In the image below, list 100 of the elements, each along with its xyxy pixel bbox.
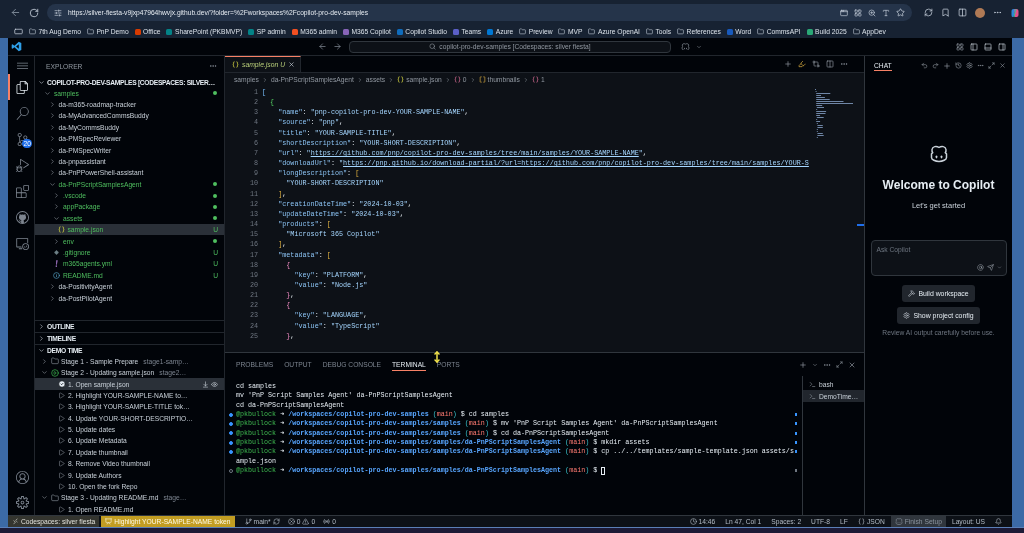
- back-icon[interactable]: [318, 42, 327, 51]
- status-dot-icon: [213, 239, 217, 244]
- chevron-right-icon[interactable]: [48, 123, 56, 131]
- assistant-logo-icon[interactable]: [1010, 7, 1020, 18]
- braces-icon: [232, 61, 239, 68]
- maximize-icon[interactable]: [988, 62, 995, 69]
- monitor-icon: [15, 236, 29, 250]
- highlighter-icon[interactable]: [798, 60, 806, 68]
- status-dot-icon: [213, 182, 217, 187]
- copilot-icon[interactable]: [681, 42, 690, 51]
- chevron-down-icon[interactable]: [48, 180, 56, 188]
- braces-icon: [397, 76, 405, 83]
- tab-icon[interactable]: [14, 27, 23, 36]
- presentation-icon: [105, 518, 113, 525]
- chevron-down-icon[interactable]: [38, 78, 45, 86]
- redo-icon[interactable]: [932, 62, 939, 69]
- plus-icon[interactable]: [943, 61, 951, 70]
- history-icon[interactable]: [955, 62, 962, 69]
- chevron-right-icon[interactable]: [53, 192, 60, 200]
- maximize-icon[interactable]: [836, 361, 843, 368]
- mention-icon[interactable]: [976, 263, 984, 271]
- folder-icon: [51, 493, 59, 502]
- star-icon[interactable]: [896, 8, 905, 17]
- close-icon[interactable]: [848, 360, 856, 369]
- eye-icon[interactable]: [211, 380, 218, 388]
- sync-icon: [272, 518, 280, 525]
- folder-icon: [852, 28, 860, 35]
- panel-bottom-icon[interactable]: [984, 42, 992, 51]
- status-dot-icon: [213, 91, 217, 96]
- chevron-down-icon[interactable]: [41, 369, 48, 377]
- split-screen-icon[interactable]: [958, 8, 967, 17]
- back-icon[interactable]: [10, 7, 21, 18]
- braces-icon: [857, 518, 865, 525]
- chevron-right-icon: [261, 76, 268, 83]
- grid-icon[interactable]: [956, 42, 964, 51]
- forward-icon[interactable]: [333, 42, 342, 51]
- chevron-right-icon[interactable]: [48, 112, 56, 120]
- undo-icon[interactable]: [921, 62, 928, 69]
- chevron-down-icon[interactable]: [38, 346, 45, 354]
- warning-icon: [302, 518, 310, 525]
- chevron-right-icon: [522, 76, 529, 83]
- chevron-down-icon[interactable]: [53, 214, 60, 222]
- braces-icon: [531, 76, 539, 83]
- source-control-icon: [15, 132, 29, 146]
- chevron-right-icon[interactable]: [48, 169, 56, 177]
- chevron-right-icon[interactable]: [38, 334, 45, 342]
- arrow-down-icon[interactable]: [202, 380, 209, 388]
- compare-icon[interactable]: [812, 60, 820, 68]
- chevron-right-icon[interactable]: [48, 294, 56, 302]
- chevron-right-icon[interactable]: [48, 283, 56, 291]
- extensions-icon: [15, 184, 29, 198]
- plus-icon[interactable]: [799, 360, 807, 369]
- more-icon[interactable]: [993, 8, 1002, 17]
- close-icon[interactable]: [288, 61, 296, 68]
- sliders-icon[interactable]: [54, 8, 62, 17]
- more-icon[interactable]: [209, 62, 217, 70]
- chevron-right-icon[interactable]: [53, 203, 60, 211]
- chevron-right-icon[interactable]: [48, 157, 56, 165]
- panel-right-icon[interactable]: [998, 42, 1006, 51]
- chevron-right-icon[interactable]: [48, 100, 56, 108]
- chevron-right-icon[interactable]: [48, 135, 56, 143]
- chevron-right-icon[interactable]: [53, 237, 60, 245]
- run-debug-icon: [15, 158, 29, 172]
- folder-icon: [86, 28, 94, 35]
- text-icon[interactable]: [882, 8, 890, 17]
- chevron-down-icon[interactable]: [44, 89, 51, 97]
- status-dot-icon: [213, 193, 217, 198]
- folder-icon: [51, 357, 59, 366]
- search-icon: [15, 106, 29, 120]
- gear-icon: [903, 311, 911, 319]
- minimap-drawing: [815, 89, 853, 139]
- chevron-right-icon: [469, 76, 476, 83]
- bookmark-icon[interactable]: [941, 8, 950, 17]
- chevron-right-icon[interactable]: [41, 357, 48, 365]
- braces-icon: [453, 76, 461, 83]
- panel-left-icon[interactable]: [970, 42, 978, 51]
- chevron-right-icon[interactable]: [48, 146, 56, 154]
- settings-icon[interactable]: [966, 62, 973, 69]
- folder-icon: [588, 28, 596, 35]
- send-icon[interactable]: [986, 263, 994, 271]
- plus-icon[interactable]: [784, 60, 792, 68]
- branch-icon: [244, 518, 252, 525]
- window-icon[interactable]: [840, 8, 848, 17]
- refresh-icon[interactable]: [29, 7, 39, 18]
- chevron-right-icon[interactable]: [38, 322, 45, 330]
- github-icon: [15, 210, 29, 224]
- clock-icon: [689, 518, 697, 525]
- resize-cursor-icon: [431, 351, 443, 363]
- sync-icon[interactable]: [924, 8, 933, 17]
- settings-icon: [15, 496, 29, 509]
- more-icon[interactable]: [840, 60, 848, 68]
- antenna-icon: [323, 518, 331, 525]
- folder-icon: [757, 28, 765, 35]
- avatar-icon[interactable]: [975, 7, 985, 18]
- chevron-down-icon[interactable]: [41, 494, 48, 502]
- grid-icon[interactable]: [854, 8, 862, 17]
- zoom-icon[interactable]: [868, 8, 876, 17]
- folder-icon: [519, 28, 527, 35]
- close-icon[interactable]: [999, 62, 1006, 69]
- split-editor-icon[interactable]: [826, 60, 834, 68]
